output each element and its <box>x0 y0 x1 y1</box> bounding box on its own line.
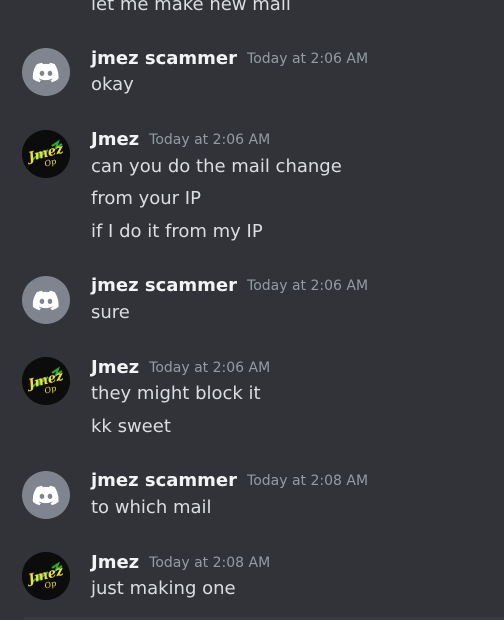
message-header: jmez scammer Today at 2:06 AM <box>91 48 368 70</box>
message-header: jmez scammer Today at 2:08 AM <box>91 470 368 492</box>
chat-messages: let me make new mail jmez scammer Today a… <box>0 0 504 620</box>
message-header: Jmez Today at 2:06 AM <box>91 129 270 151</box>
timestamp[interactable]: Today at 2:06 AM <box>247 51 368 67</box>
jmez-logo: Jmez Op <box>22 130 70 178</box>
message-text: kk sweet <box>91 416 171 437</box>
discord-logo-icon <box>32 62 59 83</box>
discord-logo-icon <box>32 485 59 506</box>
message-text: if I do it from my IP <box>91 221 263 242</box>
message-header: Jmez Today at 2:06 AM <box>91 357 270 379</box>
avatar[interactable] <box>22 471 70 519</box>
message-text: they might block it <box>91 383 261 404</box>
username[interactable]: jmez scammer <box>91 48 237 69</box>
username[interactable]: Jmez <box>91 357 139 378</box>
timestamp[interactable]: Today at 2:06 AM <box>247 278 368 294</box>
timestamp[interactable]: Today at 2:08 AM <box>247 473 368 489</box>
avatar[interactable]: Jmez Op <box>22 130 70 178</box>
message-text: to which mail <box>91 497 212 518</box>
message-text: let me make new mail <box>91 0 291 15</box>
message-text: sure <box>91 302 130 323</box>
username[interactable]: jmez scammer <box>91 470 237 491</box>
jmez-logo: Jmez Op <box>22 552 70 600</box>
message-text: from your IP <box>91 188 201 209</box>
timestamp[interactable]: Today at 2:06 AM <box>149 132 270 148</box>
message-text: just making one <box>91 578 236 599</box>
username[interactable]: Jmez <box>91 552 139 573</box>
avatar[interactable]: Jmez Op <box>22 357 70 405</box>
timestamp[interactable]: Today at 2:06 AM <box>149 360 270 376</box>
avatar[interactable] <box>22 276 70 324</box>
message-text: okay <box>91 74 134 95</box>
username[interactable]: Jmez <box>91 129 139 150</box>
timestamp[interactable]: Today at 2:08 AM <box>149 555 270 571</box>
message-text: can you do the mail change <box>91 156 342 177</box>
message-header: Jmez Today at 2:08 AM <box>91 552 270 574</box>
avatar[interactable] <box>22 48 70 96</box>
discord-logo-icon <box>32 290 59 311</box>
avatar[interactable]: Jmez Op <box>22 552 70 600</box>
username[interactable]: jmez scammer <box>91 275 237 296</box>
jmez-logo: Jmez Op <box>22 357 70 405</box>
message-header: jmez scammer Today at 2:06 AM <box>91 275 368 297</box>
